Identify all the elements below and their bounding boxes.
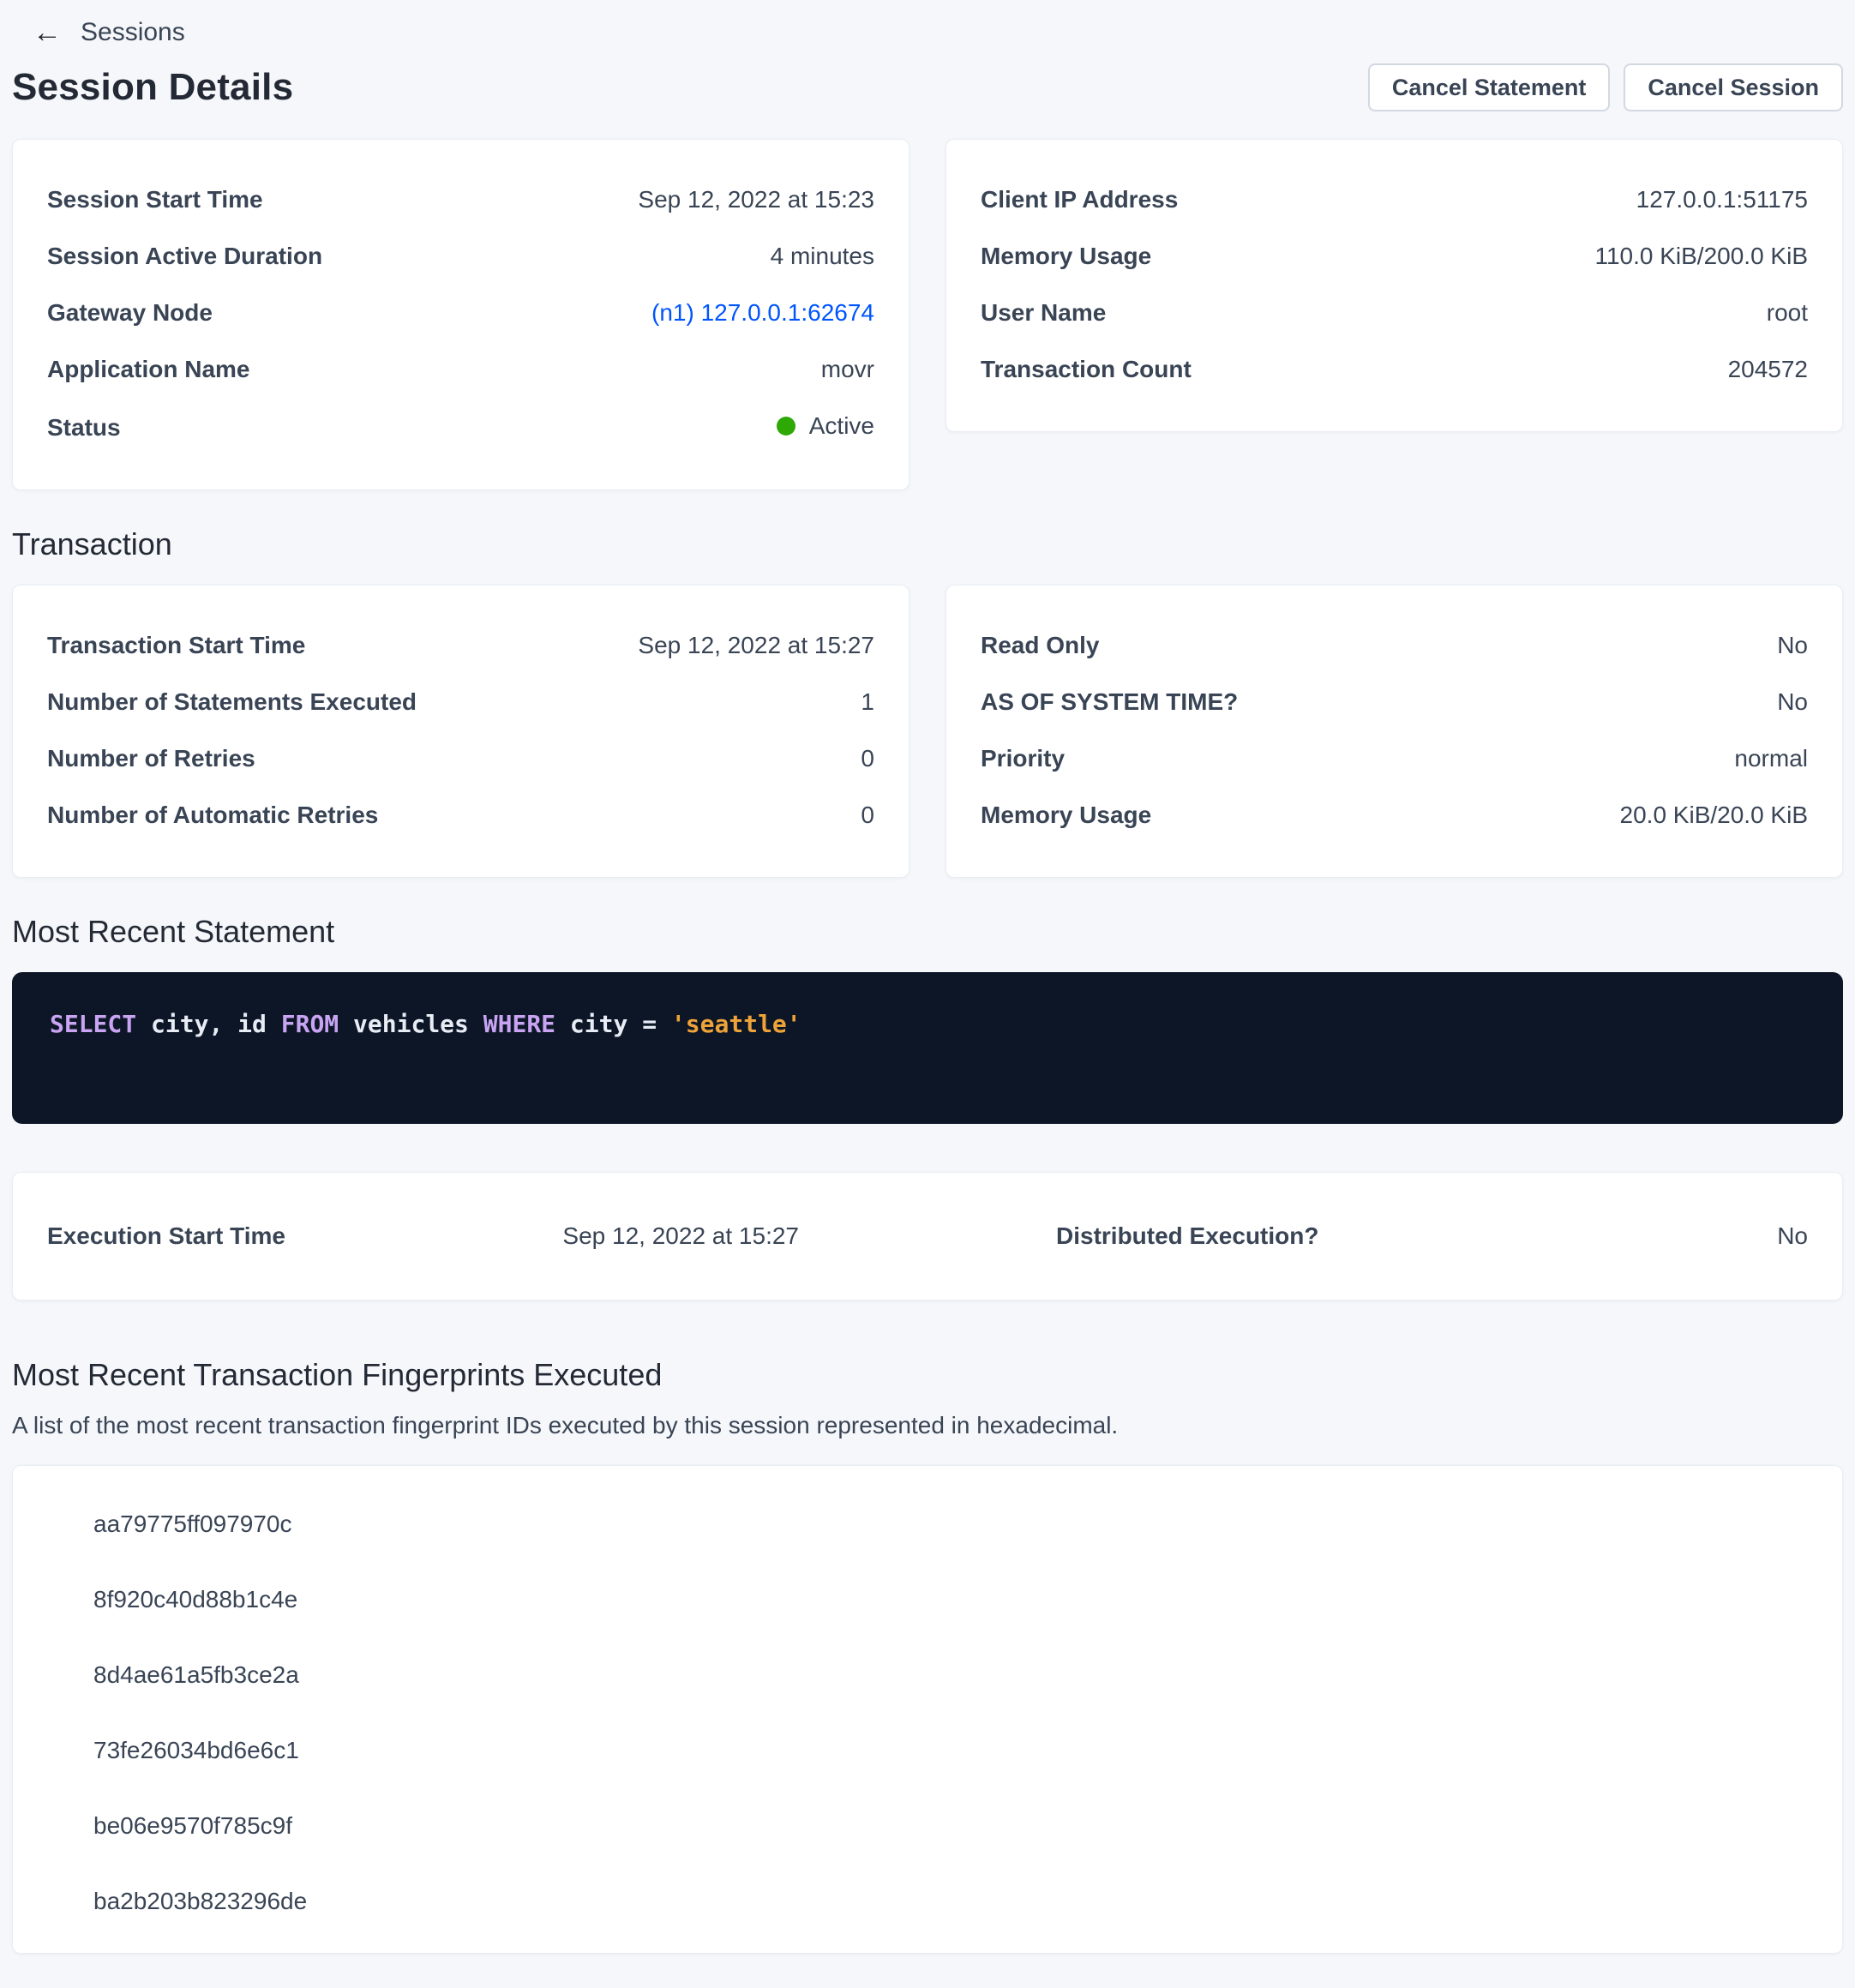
- row-label: User Name: [981, 299, 1106, 327]
- row-value: 1: [861, 688, 874, 716]
- row-value: root: [1767, 299, 1808, 327]
- row-txn-memory-usage: Memory Usage 20.0 KiB/20.0 KiB: [981, 802, 1808, 829]
- row-value: Sep 12, 2022 at 15:27: [562, 1222, 799, 1250]
- execution-row: Execution Start Time Sep 12, 2022 at 15:…: [47, 1222, 1808, 1250]
- row-transaction-count: Transaction Count 204572: [981, 356, 1808, 383]
- session-summary-grid: Session Start Time Sep 12, 2022 at 15:23…: [12, 139, 1843, 490]
- sql-keyword-token: FROM: [281, 1010, 353, 1038]
- row-label: Priority: [981, 745, 1065, 772]
- header-actions: Cancel Statement Cancel Session: [1368, 63, 1843, 111]
- row-client-ip-address: Client IP Address 127.0.0.1:51175: [981, 186, 1808, 213]
- row-label: Transaction Count: [981, 356, 1192, 383]
- row-read-only: Read Only No: [981, 632, 1808, 659]
- row-value: 20.0 KiB/20.0 KiB: [1620, 802, 1808, 829]
- row-priority: Priority normal: [981, 745, 1808, 772]
- transaction-card-left: Transaction Start Time Sep 12, 2022 at 1…: [12, 585, 909, 878]
- row-label: Session Start Time: [47, 186, 263, 213]
- cancel-statement-button[interactable]: Cancel Statement: [1368, 63, 1611, 111]
- row-value: 0: [861, 802, 874, 829]
- row-memory-usage: Memory Usage 110.0 KiB/200.0 KiB: [981, 243, 1808, 270]
- statement-section-heading: Most Recent Statement: [12, 914, 1843, 950]
- row-session-active-duration: Session Active Duration 4 minutes: [47, 243, 874, 270]
- arrow-left-icon[interactable]: ←: [33, 18, 62, 47]
- fingerprints-description: A list of the most recent transaction fi…: [12, 1412, 1843, 1439]
- row-value: No: [1777, 632, 1808, 659]
- row-transaction-start-time: Transaction Start Time Sep 12, 2022 at 1…: [47, 632, 874, 659]
- row-value: 0: [861, 745, 874, 772]
- fingerprints-list: aa79775ff097970c 8f920c40d88b1c4e 8d4ae6…: [93, 1511, 1808, 1915]
- status-active-dot: [777, 417, 795, 435]
- execution-card: Execution Start Time Sep 12, 2022 at 15:…: [12, 1172, 1843, 1300]
- fingerprint-item: be06e9570f785c9f: [93, 1812, 1808, 1840]
- row-label: Client IP Address: [981, 186, 1178, 213]
- row-label: Transaction Start Time: [47, 632, 305, 659]
- sql-keyword-token: SELECT: [50, 1010, 151, 1038]
- transaction-section-heading: Transaction: [12, 526, 1843, 562]
- page-header: Session Details Cancel Statement Cancel …: [12, 63, 1843, 111]
- row-automatic-retries: Number of Automatic Retries 0: [47, 802, 874, 829]
- row-gateway-node: Gateway Node (n1) 127.0.0.1:62674: [47, 299, 874, 327]
- cancel-session-button[interactable]: Cancel Session: [1624, 63, 1843, 111]
- row-label: Status: [47, 414, 121, 441]
- transaction-grid: Transaction Start Time Sep 12, 2022 at 1…: [12, 585, 1843, 878]
- row-label: Execution Start Time: [47, 1222, 285, 1250]
- fingerprint-item: aa79775ff097970c: [93, 1511, 1808, 1538]
- row-value: No: [1777, 688, 1808, 716]
- row-user-name: User Name root: [981, 299, 1808, 327]
- fingerprint-item: 73fe26034bd6e6c1: [93, 1737, 1808, 1764]
- row-session-start-time: Session Start Time Sep 12, 2022 at 15:23: [47, 186, 874, 213]
- row-value: 110.0 KiB/200.0 KiB: [1594, 243, 1808, 270]
- sql-token: city =: [570, 1010, 671, 1038]
- row-value: (n1) 127.0.0.1:62674: [651, 299, 874, 327]
- sql-token: city, id: [151, 1010, 281, 1038]
- status-badge: Active: [809, 412, 874, 440]
- session-summary-card-left: Session Start Time Sep 12, 2022 at 15:23…: [12, 139, 909, 490]
- page-title: Session Details: [12, 66, 293, 109]
- row-value: 4 minutes: [771, 243, 874, 270]
- row-value: normal: [1734, 745, 1808, 772]
- row-label: AS OF SYSTEM TIME?: [981, 688, 1238, 716]
- sql-string-token: 'seattle': [671, 1010, 801, 1038]
- row-label: Gateway Node: [47, 299, 213, 327]
- row-value: movr: [821, 356, 874, 383]
- row-label: Number of Automatic Retries: [47, 802, 378, 829]
- breadcrumb-sessions-link[interactable]: Sessions: [81, 18, 185, 47]
- row-status: Status Active: [47, 412, 874, 441]
- sql-statement: SELECT city, id FROM vehicles WHERE city…: [50, 1010, 1805, 1038]
- fingerprints-card: aa79775ff097970c 8f920c40d88b1c4e 8d4ae6…: [12, 1465, 1843, 1954]
- gateway-node-link[interactable]: (n1) 127.0.0.1:62674: [651, 299, 874, 326]
- fingerprints-section-heading: Most Recent Transaction Fingerprints Exe…: [12, 1357, 1843, 1393]
- row-value: 127.0.0.1:51175: [1636, 186, 1808, 213]
- row-label: Number of Retries: [47, 745, 255, 772]
- row-value: Sep 12, 2022 at 15:27: [638, 632, 874, 659]
- row-label: Application Name: [47, 356, 249, 383]
- transaction-card-right: Read Only No AS OF SYSTEM TIME? No Prior…: [946, 585, 1843, 878]
- row-value: 204572: [1728, 356, 1808, 383]
- row-label: Memory Usage: [981, 243, 1151, 270]
- sql-statement-box: SELECT city, id FROM vehicles WHERE city…: [12, 972, 1843, 1124]
- row-value: Sep 12, 2022 at 15:23: [638, 186, 874, 213]
- session-summary-card-right: Client IP Address 127.0.0.1:51175 Memory…: [946, 139, 1843, 432]
- sql-keyword-token: WHERE: [483, 1010, 570, 1038]
- breadcrumb[interactable]: ← Sessions: [33, 14, 185, 51]
- row-label: Memory Usage: [981, 802, 1151, 829]
- row-number-of-retries: Number of Retries 0: [47, 745, 874, 772]
- row-label: Session Active Duration: [47, 243, 322, 270]
- row-label: Distributed Execution?: [1056, 1222, 1318, 1250]
- row-execution-start-time: Execution Start Time Sep 12, 2022 at 15:…: [47, 1222, 936, 1250]
- row-statements-executed: Number of Statements Executed 1: [47, 688, 874, 716]
- row-distributed-execution: Distributed Execution? No: [936, 1222, 1808, 1250]
- sql-token: vehicles: [353, 1010, 483, 1038]
- fingerprint-item: ba2b203b823296de: [93, 1888, 1808, 1915]
- fingerprint-item: 8d4ae61a5fb3ce2a: [93, 1661, 1808, 1689]
- row-application-name: Application Name movr: [47, 356, 874, 383]
- row-label: Read Only: [981, 632, 1099, 659]
- row-value: Active: [777, 412, 874, 440]
- fingerprint-item: 8f920c40d88b1c4e: [93, 1586, 1808, 1613]
- row-as-of-system-time: AS OF SYSTEM TIME? No: [981, 688, 1808, 716]
- row-label: Number of Statements Executed: [47, 688, 417, 716]
- session-details-page: ← Sessions Session Details Cancel Statem…: [0, 0, 1855, 1988]
- row-value: No: [1777, 1222, 1808, 1250]
